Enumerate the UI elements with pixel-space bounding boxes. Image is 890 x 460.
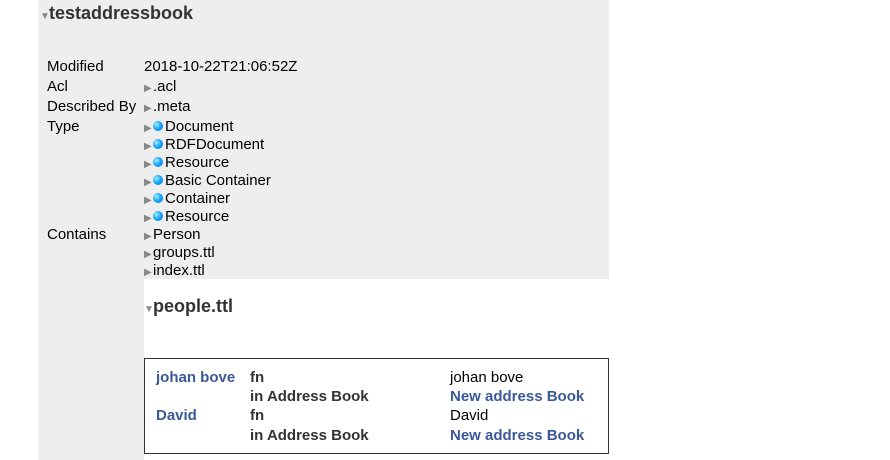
predicate-label[interactable]: in Address Book — [250, 388, 369, 405]
contains-item[interactable]: ▶groups.ttl — [144, 244, 215, 261]
label-contains: Contains — [47, 226, 107, 243]
object-value: David — [450, 407, 489, 424]
label-described-by: Described By — [47, 98, 137, 115]
label-acl: Acl — [47, 78, 68, 95]
subdoc-header[interactable]: ▼people.ttl — [144, 296, 233, 317]
expand-triangle-icon[interactable]: ▶ — [144, 177, 153, 188]
expand-triangle-icon[interactable]: ▶ — [144, 267, 153, 278]
class-dot-icon — [153, 211, 163, 221]
contains-label[interactable]: groups.ttl — [153, 244, 215, 261]
object-link[interactable]: New address Book — [450, 427, 584, 444]
expand-triangle-icon[interactable]: ▶ — [144, 83, 153, 94]
contains-item[interactable]: ▶index.ttl — [144, 262, 205, 279]
expand-triangle-icon[interactable]: ▶ — [144, 195, 153, 206]
class-dot-icon — [153, 121, 163, 131]
type-item[interactable]: ▶ Resource — [144, 208, 229, 225]
object-link[interactable]: New address Book — [450, 388, 584, 405]
meta-link[interactable]: .meta — [153, 98, 191, 115]
label-type: Type — [47, 118, 80, 135]
expand-triangle-icon[interactable]: ▶ — [144, 159, 153, 170]
type-item[interactable]: ▶ Resource — [144, 154, 229, 171]
expand-triangle-icon[interactable]: ▶ — [144, 141, 153, 152]
type-item[interactable]: ▶ RDFDocument — [144, 136, 264, 153]
acl-item[interactable]: ▶.acl — [144, 78, 176, 95]
predicate-label[interactable]: fn — [250, 369, 264, 386]
modified-value: 2018-10-22T21:06:52Z — [144, 58, 298, 75]
type-label: RDFDocument — [165, 136, 265, 153]
subject-link[interactable]: johan bove — [156, 369, 235, 386]
type-item[interactable]: ▶ Document — [144, 118, 233, 135]
triples-table: johan bove fn johan bove in Address Book… — [144, 358, 609, 454]
subject-link[interactable]: David — [156, 407, 197, 424]
type-item[interactable]: ▶ Basic Container — [144, 172, 271, 189]
type-label: Resource — [165, 208, 230, 225]
type-label: Basic Container — [165, 172, 271, 189]
class-dot-icon — [153, 157, 163, 167]
expand-triangle-down-icon[interactable]: ▼ — [144, 304, 154, 315]
class-dot-icon — [153, 139, 163, 149]
contains-label[interactable]: index.ttl — [153, 262, 205, 279]
expand-triangle-icon[interactable]: ▶ — [144, 123, 153, 134]
class-dot-icon — [153, 175, 163, 185]
type-item[interactable]: ▶ Container — [144, 190, 230, 207]
type-label: Container — [165, 190, 231, 207]
contains-label[interactable]: Person — [153, 226, 201, 243]
expand-triangle-icon[interactable]: ▶ — [144, 249, 153, 260]
type-label: Resource — [165, 154, 230, 171]
object-value: johan bove — [450, 369, 524, 386]
predicate-label[interactable]: in Address Book — [250, 427, 369, 444]
expand-triangle-down-icon[interactable]: ▼ — [40, 11, 50, 22]
contains-item[interactable]: ▶Person — [144, 226, 201, 243]
resource-title: testaddressbook — [49, 3, 194, 23]
expand-triangle-icon[interactable]: ▶ — [144, 213, 153, 224]
class-dot-icon — [153, 193, 163, 203]
resource-header[interactable]: ▼testaddressbook — [40, 3, 193, 24]
subdoc-title: people.ttl — [153, 296, 233, 316]
expand-triangle-icon[interactable]: ▶ — [144, 231, 153, 242]
type-label: Document — [165, 118, 234, 135]
predicate-label[interactable]: fn — [250, 407, 264, 424]
described-by-item[interactable]: ▶.meta — [144, 98, 191, 115]
acl-link[interactable]: .acl — [153, 78, 176, 95]
expand-triangle-icon[interactable]: ▶ — [144, 103, 153, 114]
label-modified: Modified — [47, 58, 104, 75]
